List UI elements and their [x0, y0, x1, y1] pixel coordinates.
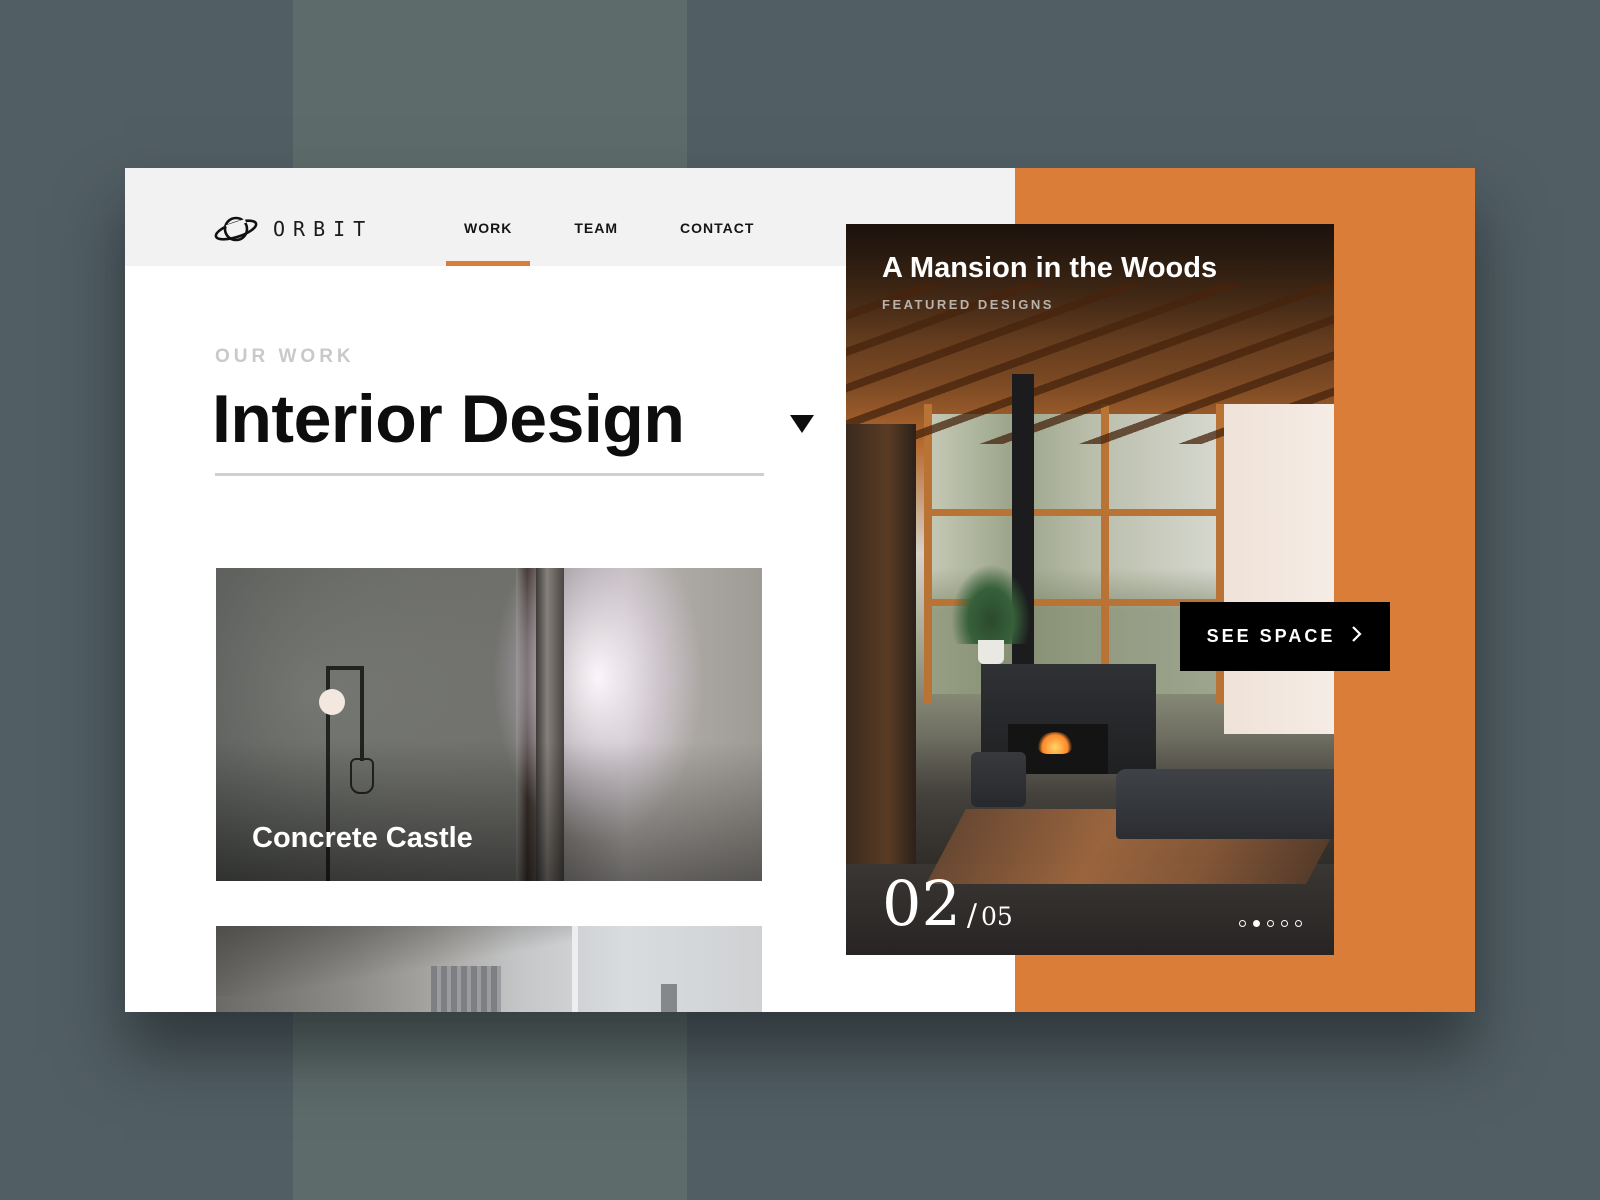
ceiling-beam	[216, 926, 572, 996]
section-eyebrow: OUR WORK	[215, 346, 355, 367]
window-mullion	[924, 404, 932, 704]
slide-dot-active[interactable]	[1253, 920, 1260, 927]
title-underline	[215, 473, 764, 476]
slide-dot[interactable]	[1239, 920, 1246, 927]
plant-pot	[978, 640, 1004, 664]
slide-counter: 02 / 05	[882, 873, 1013, 935]
fire-flame	[1038, 732, 1072, 754]
card-shade	[216, 741, 762, 881]
nav-item-contact[interactable]: CONTACT	[662, 168, 772, 266]
plant	[951, 564, 1031, 644]
slide-current: 02	[882, 867, 961, 940]
main-nav: WORK TEAM CONTACT	[446, 168, 798, 266]
nav-item-team[interactable]: TEAM	[556, 168, 636, 266]
window-mullion	[1101, 404, 1109, 704]
armchair	[971, 752, 1026, 807]
website-frame: ORBIT WORK TEAM CONTACT OUR WORK Interio…	[125, 168, 1475, 1012]
slide-total: 05	[981, 902, 1013, 931]
lamp-arm	[326, 666, 364, 670]
slide-dot[interactable]	[1295, 920, 1302, 927]
featured-title: A Mansion in the Woods	[882, 252, 1218, 284]
see-space-button[interactable]: SEE SPACE	[1180, 602, 1390, 671]
nav-item-work[interactable]: WORK	[446, 168, 531, 266]
city-building	[661, 984, 677, 1012]
feature-wall	[1224, 404, 1334, 734]
chevron-right-icon	[1351, 625, 1363, 648]
slide-separator: /	[966, 898, 978, 933]
featured-project: A Mansion in the Woods FEATURED DESIGNS …	[846, 224, 1334, 955]
page-title: Interior Design	[212, 381, 685, 457]
brand-logo[interactable]: ORBIT	[213, 212, 373, 246]
feature-window	[924, 414, 1224, 694]
brand-name: ORBIT	[273, 217, 374, 241]
card-title: Concrete Castle	[252, 822, 473, 854]
project-card-concrete-castle[interactable]: Concrete Castle	[216, 568, 762, 881]
planet-icon	[213, 212, 259, 246]
sofa	[1116, 769, 1334, 839]
see-space-label: SEE SPACE	[1206, 626, 1336, 646]
slide-dot[interactable]	[1281, 920, 1288, 927]
slide-dot[interactable]	[1267, 920, 1274, 927]
window-mullion	[924, 509, 1224, 516]
window-frame	[572, 926, 578, 1012]
project-card-2[interactable]	[216, 926, 762, 1012]
slide-dots	[1239, 920, 1302, 927]
lamp-bulb	[319, 689, 345, 715]
featured-subtitle: FEATURED DESIGNS	[882, 297, 1054, 312]
city-building	[431, 966, 501, 1012]
caret-down-icon[interactable]	[790, 415, 814, 433]
